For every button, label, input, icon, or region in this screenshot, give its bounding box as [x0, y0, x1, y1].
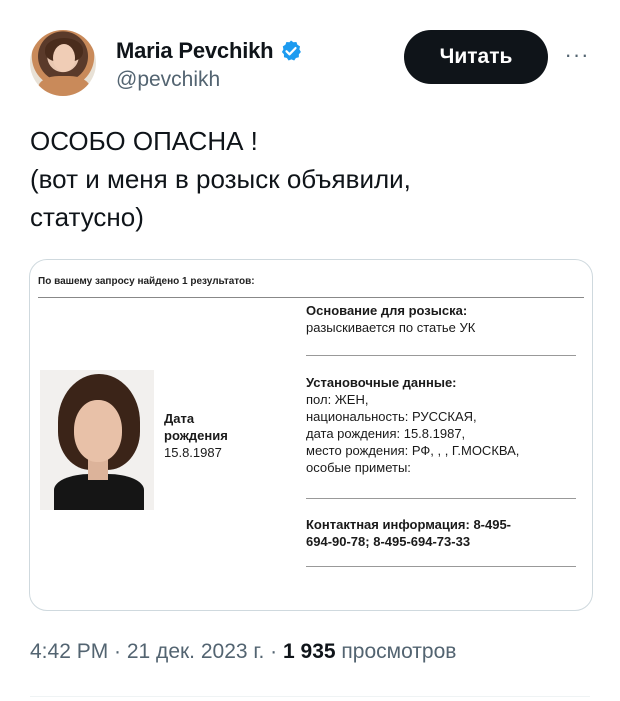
dob-label-line2: рождения: [164, 428, 228, 443]
photo-face: [74, 400, 122, 462]
author-name-row[interactable]: Maria Pevchikh: [116, 38, 303, 64]
views-label: просмотров: [335, 640, 457, 663]
more-options-icon[interactable]: ···: [562, 40, 592, 70]
identity-line: пол: ЖЕН,: [306, 392, 369, 407]
tweet-timestamp[interactable]: 4:42 PM · 21 дек. 2023 г. ·: [30, 640, 283, 663]
tweet-line: (вот и меня в розыск объявили,: [30, 164, 411, 194]
tweet-meta: 4:42 PM · 21 дек. 2023 г. · 1 935 просмо…: [30, 640, 456, 664]
avatar-shirt: [38, 76, 90, 96]
author-handle[interactable]: @pevchikh: [116, 68, 220, 92]
tweet-line: ОСОБО ОПАСНА !: [30, 126, 258, 156]
basis-text: разыскивается по статье УК: [306, 320, 476, 335]
tweet-text: ОСОБО ОПАСНА ! (вот и меня в розыск объя…: [30, 122, 590, 236]
avatar-face: [53, 44, 75, 72]
contact-title: Контактная информация:: [306, 517, 470, 532]
wanted-person-photo: [40, 370, 154, 510]
contact-phone-start: 8-495-: [473, 517, 512, 532]
views-count: 1 935: [283, 640, 336, 663]
verified-badge-icon: [282, 40, 302, 61]
author-name[interactable]: Maria Pevchikh: [116, 38, 274, 64]
basis-title: Основание для розыска:: [306, 303, 468, 318]
dob-block: Дата рождения 15.8.1987: [164, 410, 228, 461]
section-divider: [306, 355, 576, 356]
bottom-divider: [30, 696, 590, 697]
identity-line: национальность: РУССКАЯ,: [306, 409, 477, 424]
contact-section: Контактная информация: 8-495- 694-90-78;…: [306, 516, 576, 550]
identity-line: место рождения: РФ, , , Г.МОСКВА,: [306, 443, 520, 458]
dob-label-line1: Дата: [164, 411, 195, 426]
doc-header-divider: [38, 297, 584, 298]
contact-phones: 694-90-78; 8-495-694-73-33: [306, 534, 471, 549]
identity-line: особые приметы:: [306, 460, 411, 475]
identity-line: дата рождения: 15.8.1987,: [306, 426, 466, 441]
follow-button[interactable]: Читать: [404, 30, 548, 84]
identity-section: Установочные данные: пол: ЖЕН, националь…: [306, 374, 576, 476]
dob-value: 15.8.1987: [164, 445, 222, 460]
section-divider: [306, 566, 576, 567]
section-divider: [306, 498, 576, 499]
tweet-line: статусно): [30, 202, 144, 232]
identity-title: Установочные данные:: [306, 375, 457, 390]
basis-section: Основание для розыска: разыскивается по …: [306, 302, 576, 336]
doc-results-header: По вашему запросу найдено 1 результатов:: [38, 276, 255, 287]
avatar[interactable]: [30, 30, 96, 96]
tweet-header: Maria Pevchikh @pevchikh Читать ···: [30, 30, 600, 100]
attached-image-card[interactable]: По вашему запросу найдено 1 результатов:…: [29, 259, 593, 611]
